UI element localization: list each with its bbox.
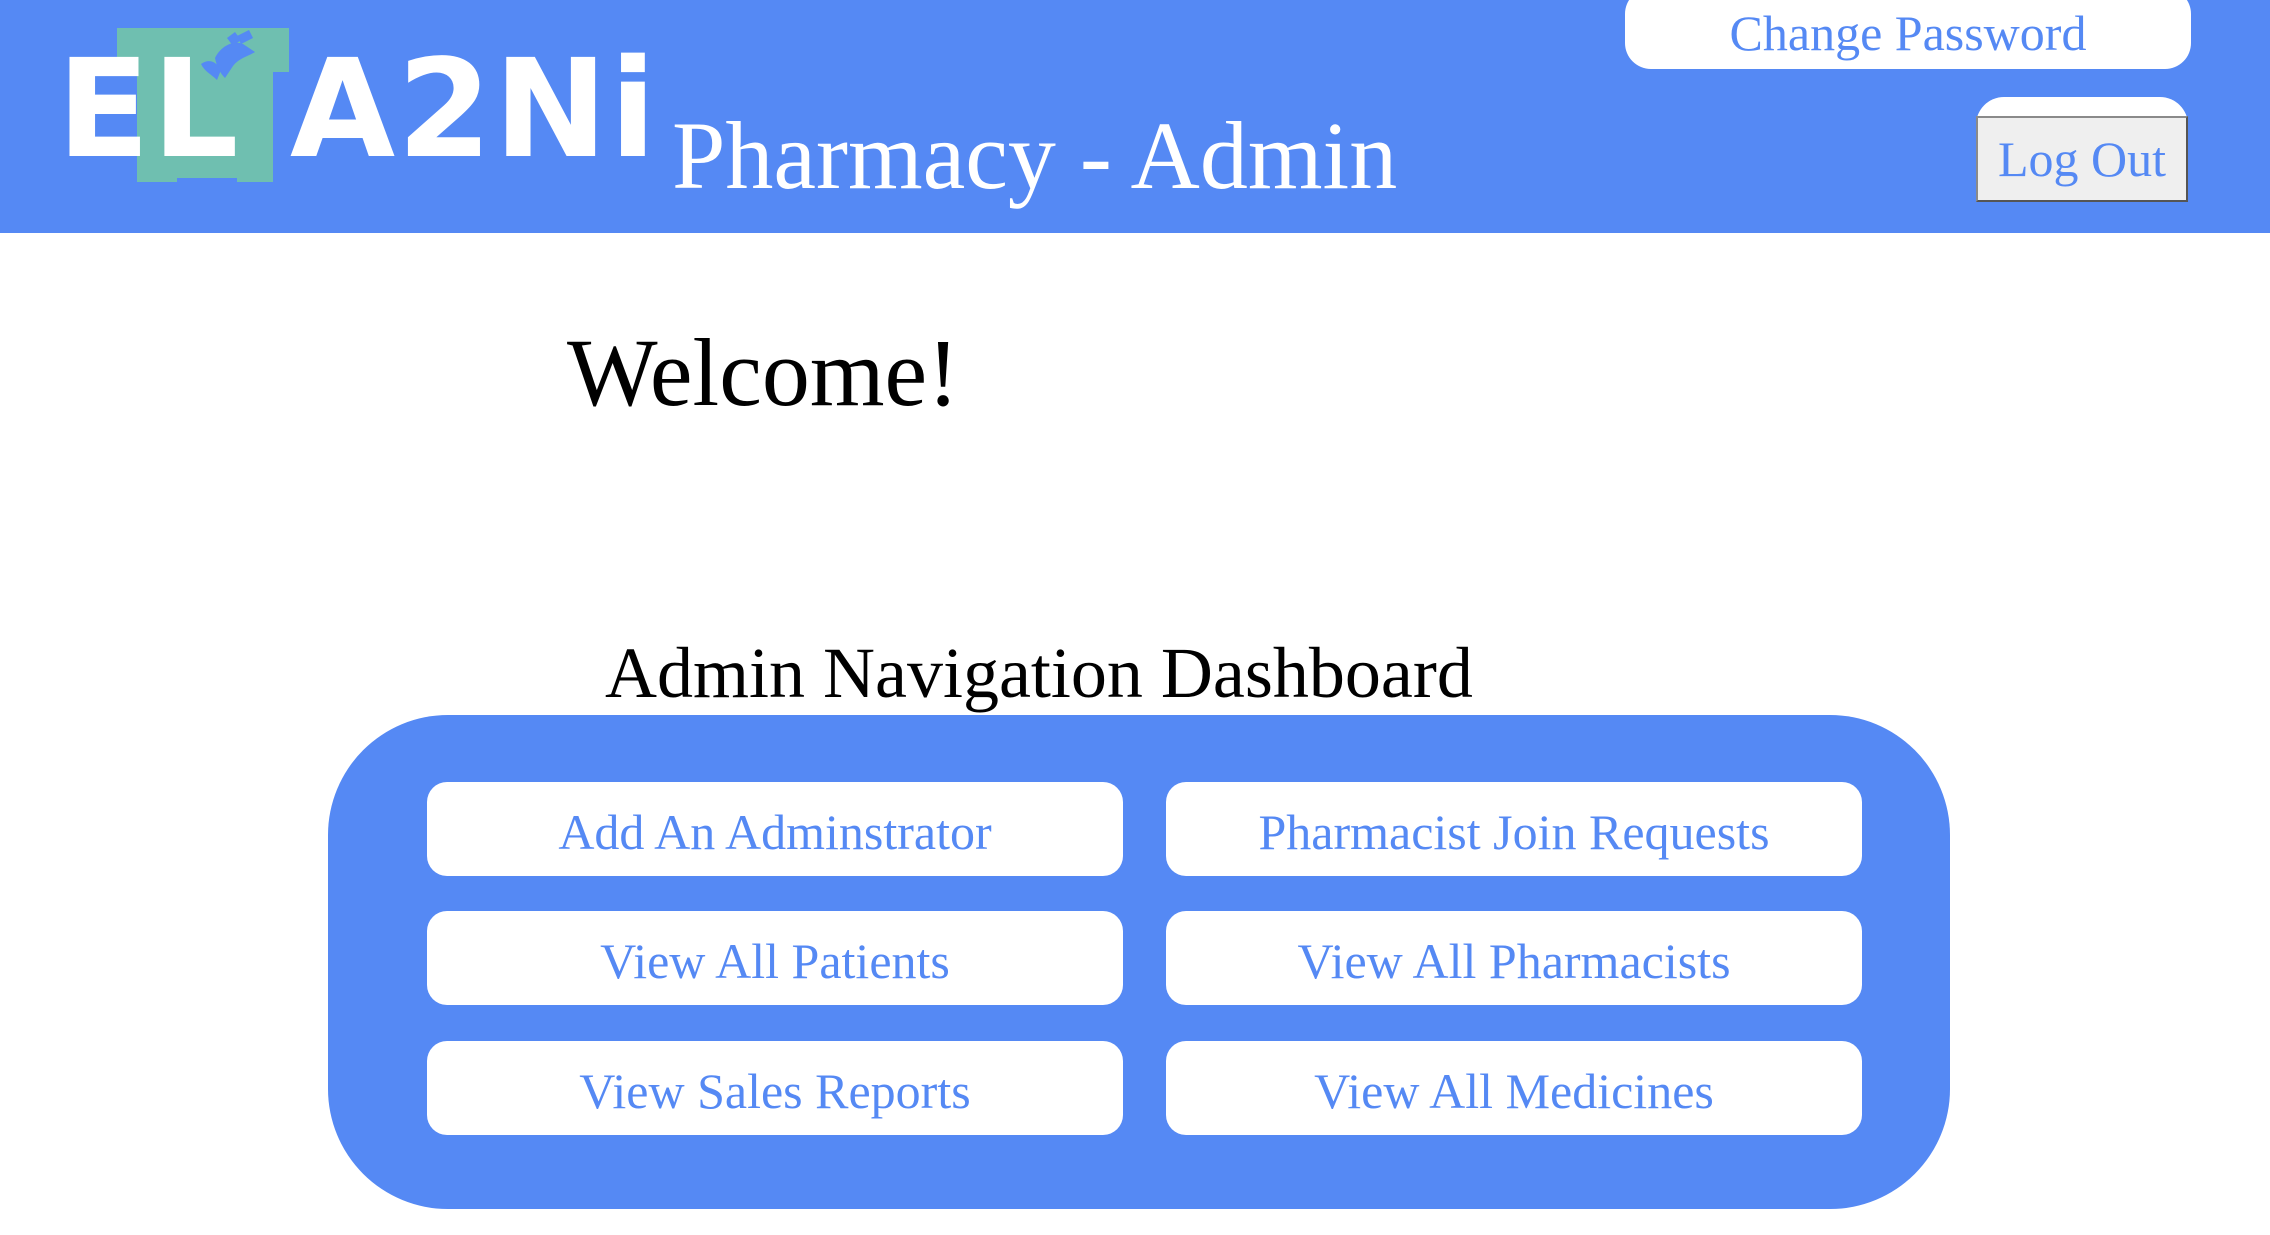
change-password-button[interactable]: Change Password <box>1625 0 2191 69</box>
dashboard-title: Admin Navigation Dashboard <box>605 633 1473 713</box>
app-header: EL A2Ni Pharmacy - Admin Change Password… <box>0 0 2270 233</box>
view-all-patients-button[interactable]: View All Patients <box>427 911 1123 1005</box>
add-administrator-button[interactable]: Add An Adminstrator <box>427 782 1123 876</box>
view-sales-reports-button[interactable]: View Sales Reports <box>427 1041 1123 1135</box>
welcome-heading: Welcome! <box>567 319 960 426</box>
app-logo: EL A2Ni <box>57 28 657 198</box>
view-all-medicines-button[interactable]: View All Medicines <box>1166 1041 1862 1135</box>
view-all-pharmacists-button[interactable]: View All Pharmacists <box>1166 911 1862 1005</box>
page-title: Pharmacy - Admin <box>672 102 1398 209</box>
logout-button[interactable]: Log Out <box>1976 116 2188 202</box>
pharmacist-join-requests-button[interactable]: Pharmacist Join Requests <box>1166 782 1862 876</box>
logo-text: EL A2Ni <box>57 31 659 189</box>
